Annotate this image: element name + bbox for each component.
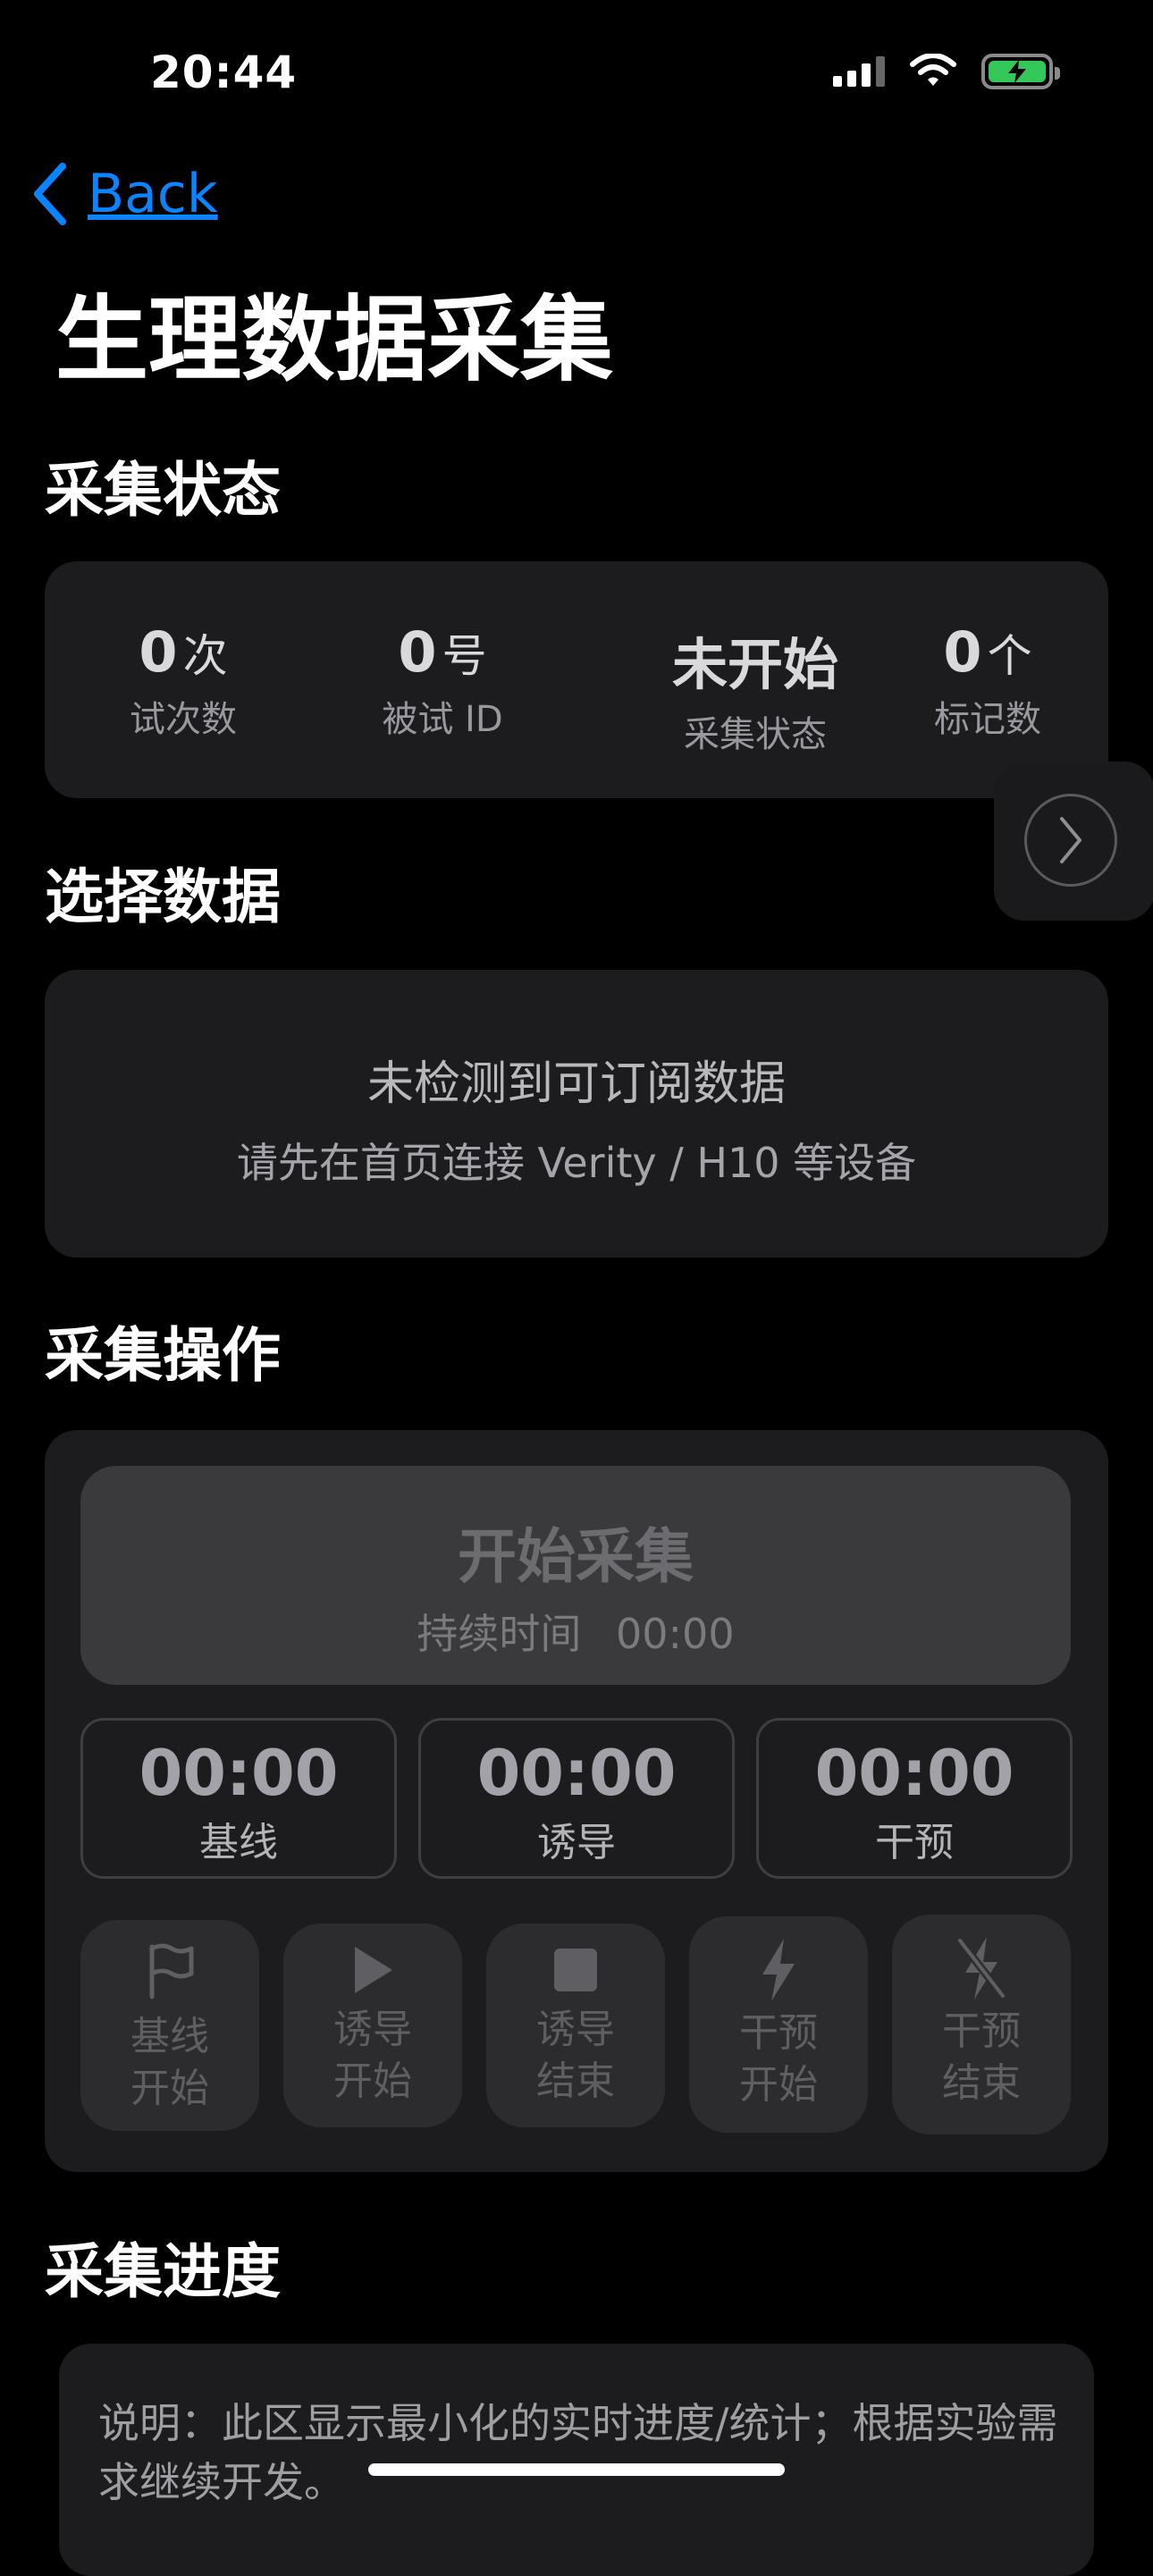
timer-value: 00:00 — [814, 1737, 1014, 1810]
stat-value: 0 — [139, 619, 178, 685]
induction-end-button[interactable]: 诱导 结束 — [486, 1924, 665, 2127]
induction-start-button[interactable]: 诱导 开始 — [283, 1924, 462, 2127]
wifi-icon — [910, 54, 956, 86]
status-icons — [833, 54, 1060, 89]
timer-label: 基线 — [199, 1820, 278, 1865]
start-collect-label: 开始采集 — [458, 1522, 694, 1591]
chevron-left-icon — [34, 163, 66, 225]
stat-label: 采集状态 — [684, 714, 827, 755]
chevron-right-icon — [1060, 817, 1081, 863]
stats-card: 0次 试次数 0号 被试 ID 未开始 采集状态 0个 标记数 — [45, 561, 1108, 798]
play-icon — [355, 1947, 392, 1993]
marker-line1: 干预 — [739, 2010, 818, 2056]
marker-line1: 诱导 — [536, 2007, 615, 2052]
section-title-actions: 采集操作 — [45, 1321, 281, 1390]
timer-label: 诱导 — [537, 1820, 616, 1865]
stat-label: 标记数 — [934, 699, 1041, 740]
timer-induction: 00:00 诱导 — [418, 1718, 735, 1879]
timer-intervention: 00:00 干预 — [756, 1718, 1073, 1879]
marker-line2: 结束 — [942, 2060, 1021, 2106]
duration-label: 持续时间 — [417, 1610, 582, 1658]
data-empty-card: 未检测到可订阅数据 请先在首页连接 Verity / H10 等设备 — [45, 970, 1108, 1258]
stat-trials: 0次 试次数 — [72, 619, 295, 742]
stat-value: 0 — [398, 619, 437, 685]
stat-unit: 个 — [987, 630, 1032, 682]
stat-label: 被试 ID — [382, 699, 503, 740]
marker-line1: 诱导 — [333, 2007, 412, 2052]
cellular-signal-icon — [833, 56, 885, 87]
back-label[interactable]: Back — [88, 163, 218, 225]
stat-value: 0 — [943, 619, 982, 685]
stat-unit: 次 — [182, 630, 228, 682]
battery-icon — [981, 54, 1060, 89]
stat-value: 未开始 — [671, 632, 838, 697]
marker-line2: 开始 — [130, 2066, 209, 2111]
progress-note: 说明：此区显示最小化的实时进度/统计；根据实验需求继续开发。 — [98, 2399, 1058, 2506]
start-collect-button[interactable]: 开始采集 持续时间 00:00 — [80, 1466, 1071, 1685]
timer-label: 干预 — [875, 1820, 954, 1865]
section-title-select: 选择数据 — [45, 863, 281, 931]
back-button[interactable]: Back — [32, 163, 218, 225]
marker-line2: 结束 — [536, 2058, 615, 2104]
data-empty-hint: 请先在首页连接 Verity / H10 等设备 — [236, 1139, 917, 1187]
section-title-progress: 采集进度 — [45, 2237, 281, 2306]
data-empty-title: 未检测到可订阅数据 — [366, 1057, 786, 1111]
bolt-icon — [762, 1939, 795, 2001]
marker-line1: 基线 — [130, 2014, 209, 2059]
bolt-slash-icon — [955, 1937, 1007, 1999]
progress-card: 说明：此区显示最小化的实时进度/统计；根据实验需求继续开发。 — [59, 2344, 1094, 2576]
marker-line1: 干预 — [942, 2008, 1021, 2054]
duration-row: 持续时间 00:00 — [80, 1602, 1071, 1661]
intervention-end-button[interactable]: 干预 结束 — [892, 1915, 1071, 2134]
stat-label: 试次数 — [130, 699, 237, 740]
status-time: 20:44 — [150, 46, 298, 98]
actions-card: 开始采集 持续时间 00:00 00:00 基线 00:00 诱导 00:00 … — [45, 1430, 1108, 2172]
timer-value: 00:00 — [139, 1737, 339, 1810]
flag-icon — [149, 1943, 194, 1999]
baseline-start-button[interactable]: 基线 开始 — [80, 1920, 259, 2131]
timer-baseline: 00:00 基线 — [80, 1718, 397, 1879]
timer-value: 00:00 — [476, 1737, 677, 1810]
marker-line2: 开始 — [333, 2058, 412, 2104]
duration-value: 00:00 — [616, 1610, 735, 1658]
stat-subject-id: 0号 被试 ID — [331, 619, 554, 742]
stop-icon — [554, 1949, 597, 1991]
intervention-start-button[interactable]: 干预 开始 — [689, 1916, 868, 2133]
section-title-status: 采集状态 — [45, 456, 281, 525]
home-indicator[interactable] — [368, 2463, 785, 2476]
stat-markers: 0个 标记数 — [885, 619, 1090, 742]
stat-unit: 号 — [442, 630, 487, 682]
side-next-button[interactable] — [994, 762, 1153, 921]
stat-collect-status: 未开始 采集状态 — [590, 619, 921, 757]
page-title: 生理数据采集 — [55, 285, 614, 394]
marker-line2: 开始 — [739, 2062, 818, 2108]
